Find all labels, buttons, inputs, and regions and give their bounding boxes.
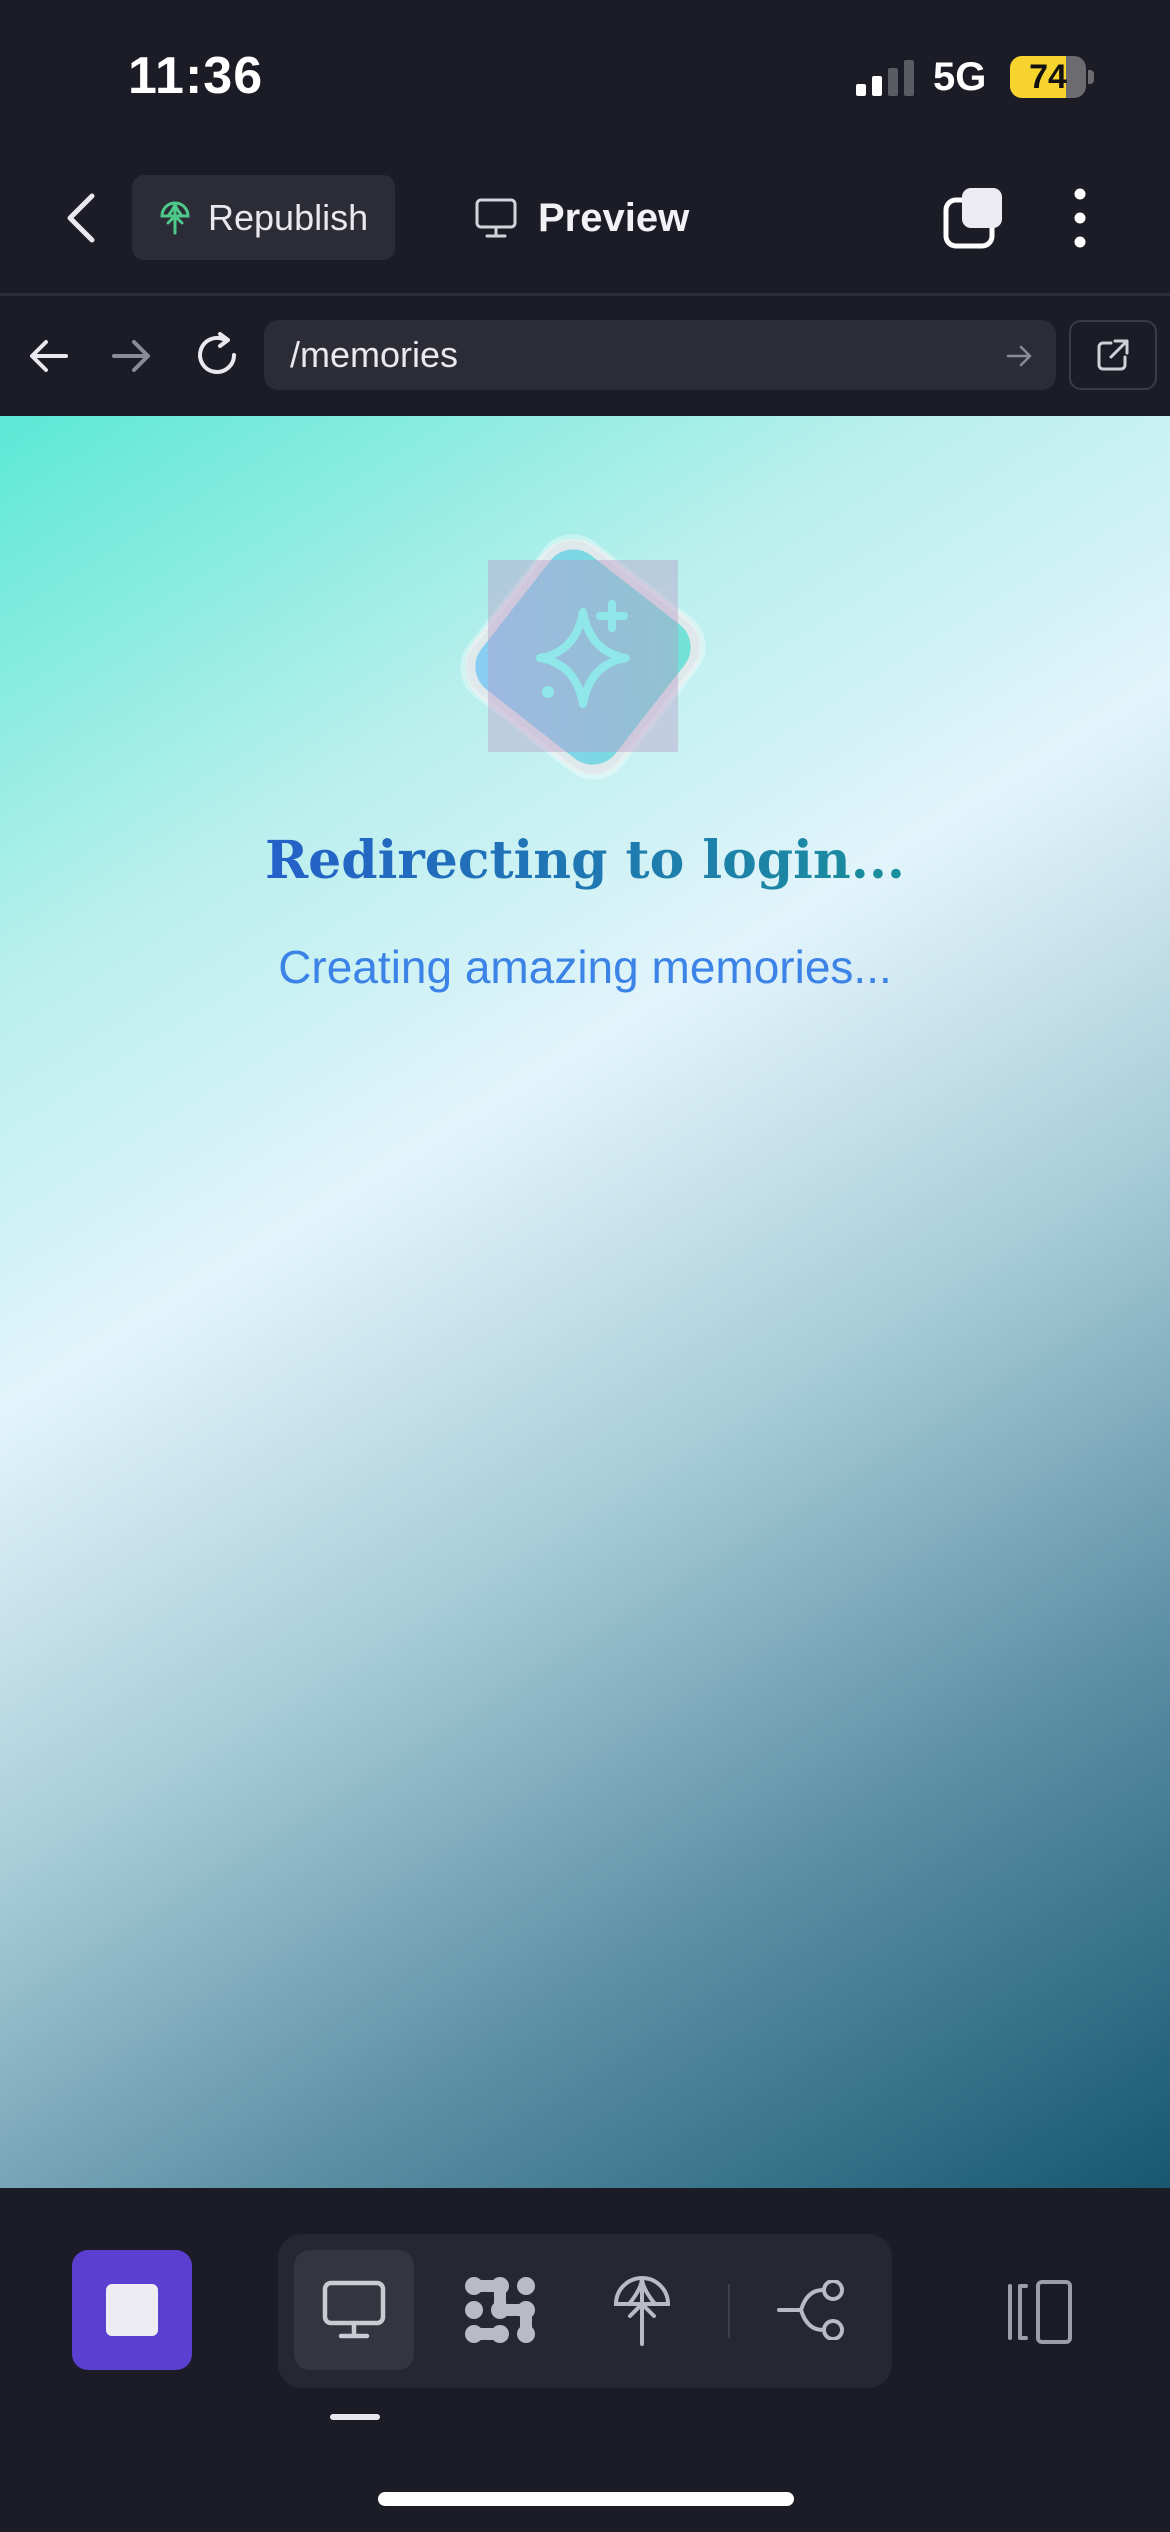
url-text: /memories [290,334,459,375]
monitor-icon [475,198,517,238]
go-arrow-icon[interactable] [1006,342,1034,370]
signal-icon [856,60,914,96]
tool-group [278,2234,892,2388]
network-type: 5G [933,55,987,99]
monitor-icon [322,2280,386,2339]
preview-content: Redirecting to login... Creating amazing… [0,416,1170,2188]
top-divider [0,293,1170,296]
tool-preview[interactable] [294,2250,414,2370]
external-link-icon [1097,339,1129,371]
chevron-left-icon[interactable] [58,190,108,246]
republish-button[interactable]: Republish [132,175,395,260]
tool-components[interactable] [440,2250,560,2370]
page-title: Redirecting to login... [0,830,1170,891]
arrow-right-icon[interactable] [110,334,154,378]
dots-grid-icon [465,2277,535,2343]
stop-button[interactable] [72,2250,192,2370]
branch-icon [777,2280,844,2340]
republish-icon [613,2276,671,2346]
sparkles-icon [460,534,706,780]
page-subtitle: Creating amazing memories... [278,941,892,993]
reload-icon[interactable] [192,330,242,380]
tool-publish[interactable] [582,2250,702,2370]
more-vertical-icon[interactable] [1060,186,1100,250]
preview-toggle[interactable]: Preview [474,185,689,251]
app-screen: 11:36 5G 74 Republish Preview /memories … [0,0,1170,2532]
battery-icon: 74 [1010,56,1086,98]
tool-workflow[interactable] [752,2250,872,2370]
status-time: 11:36 [128,47,264,105]
preview-label: Preview [538,195,690,240]
active-tool-indicator [330,2414,380,2420]
stop-icon [106,2284,158,2336]
url-input[interactable]: /memories [264,320,1056,390]
tool-separator [728,2284,730,2338]
battery-level: 74 [1029,57,1067,96]
arrow-left-icon[interactable] [26,334,70,378]
battery-nub [1088,70,1094,84]
republish-label: Republish [208,196,369,238]
home-indicator[interactable] [378,2492,794,2506]
tabs-icon[interactable] [942,186,1006,250]
open-external-button[interactable] [1069,320,1157,390]
panel-icon[interactable] [1000,2278,1076,2346]
headline-text: Redirecting to login... [264,830,906,891]
republish-icon [160,201,190,234]
